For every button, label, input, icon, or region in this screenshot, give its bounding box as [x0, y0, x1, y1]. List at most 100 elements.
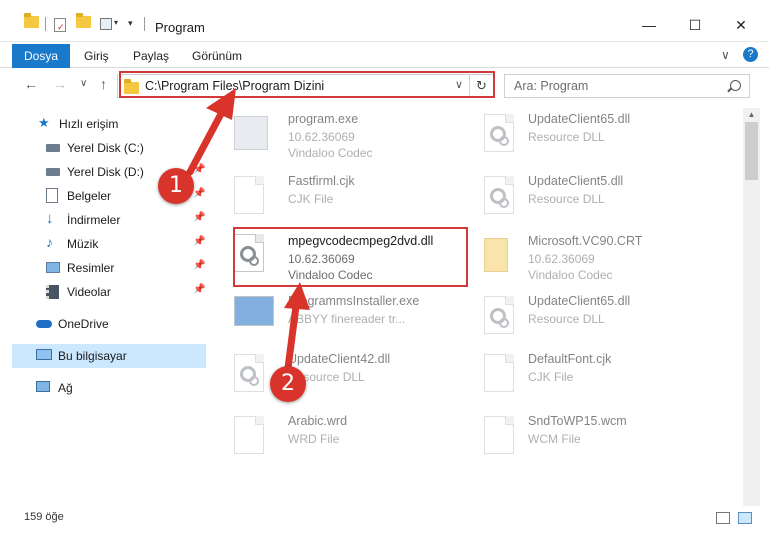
item-count: 159 öğe: [24, 511, 64, 523]
sidebar-item-onedrive[interactable]: OneDrive: [12, 312, 206, 336]
file-type: WRD File: [288, 432, 340, 446]
file-item[interactable]: UpdateClient42.dll Resource DLL: [222, 348, 462, 404]
expand-ribbon-icon[interactable]: ∨: [721, 48, 730, 62]
scroll-thumb[interactable]: [745, 122, 758, 180]
folder-icon: [484, 238, 508, 272]
sidebar-item-videos[interactable]: Videolar 📌: [12, 280, 206, 304]
download-icon: ↓: [46, 210, 54, 227]
file-version: 10.62.36069: [528, 252, 595, 266]
maximize-button[interactable]: ☐: [672, 10, 718, 40]
up-button[interactable]: ↑: [100, 76, 107, 92]
file-name: Fastfirml.cjk: [288, 174, 355, 188]
dll-icon: [484, 296, 516, 336]
pin-icon[interactable]: 📌: [193, 212, 205, 223]
scroll-up-icon[interactable]: ▲: [743, 108, 760, 122]
tab-file[interactable]: Dosya: [12, 44, 70, 68]
minimize-button[interactable]: —: [626, 10, 672, 40]
file-type: WCM File: [528, 432, 581, 446]
tab-share[interactable]: Paylaş: [133, 44, 169, 68]
file-item[interactable]: Fastfirml.cjk CJK File: [222, 170, 462, 226]
back-button[interactable]: ←: [24, 76, 38, 92]
file-item[interactable]: ProgrammsInstaller.exe ABBYY finereader …: [222, 290, 462, 346]
drive-icon: [46, 144, 60, 152]
recent-locations-button[interactable]: ∨: [80, 78, 87, 89]
pin-icon[interactable]: 📌: [193, 236, 205, 247]
step-badge-2: 2: [270, 366, 306, 402]
customize-toolbar-icon[interactable]: ▾: [128, 18, 133, 29]
file-type: Resource DLL: [528, 192, 605, 206]
video-icon: [46, 285, 59, 299]
sidebar-item-label: Videolar: [67, 285, 111, 299]
forward-button[interactable]: →: [53, 76, 67, 92]
chevron-down-icon[interactable]: ▾: [114, 18, 118, 27]
pin-icon[interactable]: 📌: [193, 284, 205, 295]
pin-icon[interactable]: 📌: [193, 260, 205, 271]
file-name: UpdateClient65.dll: [528, 112, 631, 126]
file-item[interactable]: UpdateClient5.dll Resource DLL: [472, 170, 712, 226]
file-type: Resource DLL: [528, 130, 605, 144]
sidebar-item-this-pc[interactable]: Bu bilgisayar: [12, 344, 206, 368]
close-button[interactable]: ✕: [718, 10, 764, 40]
search-icon[interactable]: [730, 80, 741, 91]
cloud-icon: [36, 320, 52, 328]
file-description: Vindaloo Codec: [288, 146, 373, 160]
search-input[interactable]: Ara: Program: [504, 74, 750, 98]
help-icon[interactable]: ?: [743, 47, 758, 62]
separator: [144, 17, 145, 31]
sidebar-item-network[interactable]: Ağ: [12, 376, 206, 400]
file-icon: [234, 416, 266, 456]
file-item[interactable]: Arabic.wrd WRD File: [222, 410, 462, 466]
file-type: CJK File: [528, 370, 574, 384]
file-name: UpdateClient5.dll: [528, 174, 624, 188]
file-item[interactable]: Microsoft.VC90.CRT 10.62.36069 Vindaloo …: [472, 230, 712, 286]
file-item[interactable]: program.exe 10.62.36069 Vindaloo Codec: [222, 108, 462, 164]
drive-icon: [46, 168, 60, 176]
documents-icon: [46, 188, 58, 203]
file-name: UpdateClient65.dll: [528, 294, 631, 308]
properties-icon[interactable]: ✓: [54, 18, 66, 32]
file-highlight-box: [233, 227, 468, 287]
details-view-icon[interactable]: [716, 512, 730, 524]
computer-icon: [36, 349, 52, 360]
step-badge-1: 1: [158, 168, 194, 204]
sidebar-item-pictures[interactable]: Resimler 📌: [12, 256, 206, 280]
file-icon: [484, 416, 516, 456]
music-icon: ♪: [46, 234, 53, 250]
file-item[interactable]: UpdateClient65.dll Resource DLL: [472, 290, 712, 346]
file-type: Resource DLL: [528, 312, 605, 326]
sidebar-item-downloads[interactable]: ↓ İndirmeler 📌: [12, 208, 206, 232]
quick-access-menu-icon[interactable]: [100, 18, 112, 30]
vertical-scrollbar[interactable]: ▲: [743, 108, 760, 506]
file-name: Arabic.wrd: [288, 414, 348, 428]
file-version: 10.62.36069: [288, 130, 355, 144]
status-bar: 159 öğe: [0, 506, 769, 537]
tab-home[interactable]: Giriş: [84, 44, 109, 68]
sidebar-item-label: Resimler: [67, 261, 115, 275]
dll-icon: [484, 114, 516, 154]
file-description: Vindaloo Codec: [528, 268, 613, 282]
large-icons-view-icon[interactable]: [738, 512, 752, 524]
sidebar-item-label: Bu bilgisayar: [58, 349, 127, 363]
sidebar-item-label: Yerel Disk (C:): [67, 141, 144, 155]
tab-view[interactable]: Görünüm: [192, 44, 242, 68]
pin-icon[interactable]: 📌: [193, 188, 205, 199]
file-description: ABBYY finereader tr...: [288, 312, 406, 326]
pin-icon[interactable]: 📌: [193, 164, 205, 175]
sidebar-item-label: Müzik: [67, 237, 99, 251]
sidebar-item-quick-access[interactable]: ★ Hızlı erişim: [12, 112, 206, 136]
ribbon-tabs: Dosya Giriş Paylaş Görünüm ∨ ?: [0, 42, 769, 68]
sidebar-item-label: Yerel Disk (D:): [67, 165, 144, 179]
separator: [45, 17, 46, 31]
address-highlight-box: [119, 71, 495, 98]
pictures-icon: [46, 262, 60, 273]
file-name: SndToWP15.wcm: [528, 414, 627, 428]
file-name: DefaultFont.cjk: [528, 352, 612, 366]
exe-icon: [234, 116, 268, 150]
file-item[interactable]: UpdateClient65.dll Resource DLL: [472, 108, 712, 164]
file-name: program.exe: [288, 112, 359, 126]
file-item[interactable]: DefaultFont.cjk CJK File: [472, 348, 712, 404]
file-item[interactable]: SndToWP15.wcm WCM File: [472, 410, 712, 466]
file-type: CJK File: [288, 192, 334, 206]
sidebar-item-drive-c[interactable]: Yerel Disk (C:): [12, 136, 206, 160]
sidebar-item-music[interactable]: ♪ Müzik 📌: [12, 232, 206, 256]
